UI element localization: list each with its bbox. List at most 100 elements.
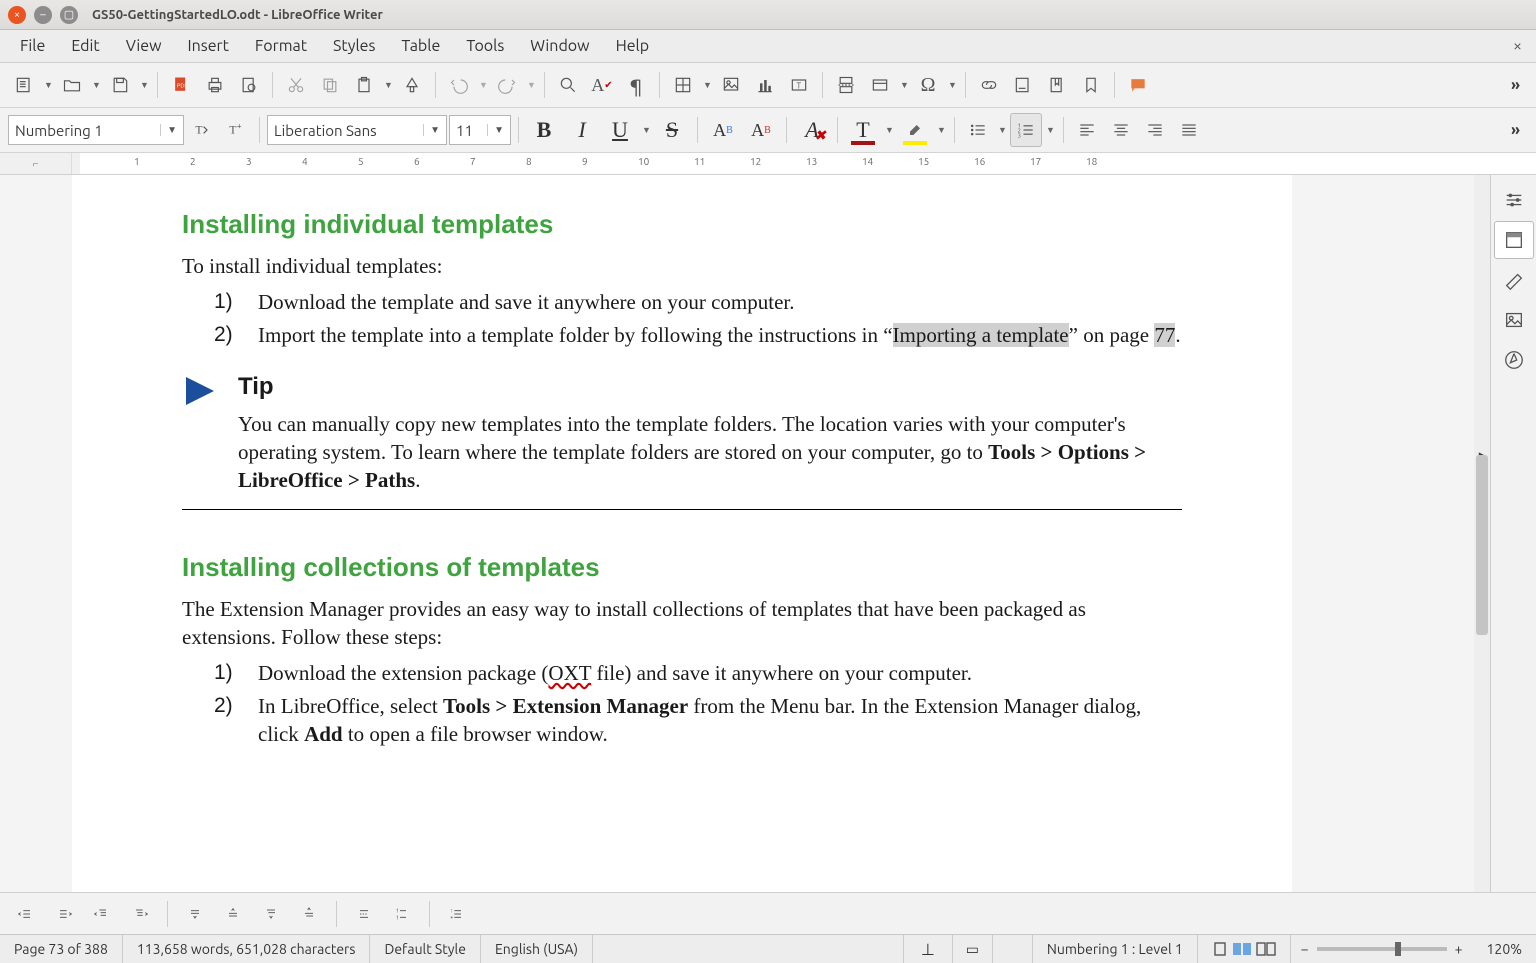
italic-button[interactable]: I [564,113,600,147]
formatting-overflow-button[interactable]: » [1503,117,1528,143]
status-page[interactable]: Page 73 of 388 [0,935,123,963]
multi-page-icon[interactable] [1232,942,1252,956]
subscript-button[interactable]: AB [743,113,779,147]
insert-hyperlink-button[interactable] [973,68,1005,102]
superscript-button[interactable]: AB [705,113,741,147]
spellcheck-button[interactable]: A✔ [586,68,618,102]
page-reference[interactable]: 77 [1154,323,1175,347]
promote-one-level-button[interactable] [48,897,80,931]
print-button[interactable] [199,68,231,102]
status-insert-mode[interactable]: ⊥ [903,935,953,963]
insert-textbox-button[interactable]: T [783,68,815,102]
font-size-combo[interactable]: 11 ▼ [449,115,511,145]
insert-field-button[interactable] [864,68,896,102]
menu-insert[interactable]: Insert [176,31,241,61]
status-language[interactable]: English (USA) [481,935,593,963]
paste-dropdown[interactable]: ▼ [382,80,394,90]
clone-formatting-button[interactable] [396,68,428,102]
menu-help[interactable]: Help [604,31,662,61]
ruler-scale[interactable]: 1 2 3 4 5 6 7 8 9 10 11 12 13 14 15 16 1… [80,153,1536,174]
undo-button[interactable] [443,68,475,102]
zoom-slider[interactable] [1317,947,1447,951]
bullets-numbering-dialog-button[interactable]: 1 [441,897,473,931]
menu-format[interactable]: Format [243,31,319,61]
single-page-icon[interactable] [1212,942,1228,956]
bold-button[interactable]: B [526,113,562,147]
zoom-in-button[interactable]: + [1455,941,1463,957]
font-color-button[interactable]: T [845,113,881,147]
move-up-with-sub-button[interactable] [293,897,325,931]
zoom-out-button[interactable]: − [1301,941,1309,957]
status-outline-level[interactable]: Numbering 1 : Level 1 [1033,935,1198,963]
sidebar-gallery-icon[interactable] [1494,301,1534,339]
insert-symbol-button[interactable]: Ω [912,68,944,102]
copy-button[interactable] [314,68,346,102]
status-word-count[interactable]: 113,658 words, 651,028 characters [123,935,371,963]
cross-reference-link[interactable]: Importing a template [893,323,1069,347]
font-name-dropdown[interactable]: ▼ [423,124,440,136]
book-view-icon[interactable] [1256,942,1276,956]
highlight-color-dropdown[interactable]: ▼ [935,125,947,135]
menu-table[interactable]: Table [389,31,452,61]
align-right-button[interactable] [1139,113,1171,147]
menu-tools[interactable]: Tools [454,31,516,61]
status-view-layout[interactable] [1198,935,1291,963]
insert-table-dropdown[interactable]: ▼ [701,80,713,90]
highlight-color-button[interactable] [897,113,933,147]
insert-chart-button[interactable] [749,68,781,102]
restart-numbering-button[interactable]: 11 [386,897,418,931]
new-doc-dropdown[interactable]: ▼ [42,80,54,90]
vertical-scrollbar[interactable]: ▸ [1474,175,1490,892]
menu-file[interactable]: File [8,31,57,61]
open-dropdown[interactable]: ▼ [90,80,102,90]
undo-dropdown[interactable]: ▼ [477,80,489,90]
menu-window[interactable]: Window [518,31,601,61]
redo-button[interactable] [491,68,523,102]
document-area[interactable]: Installing individual templates To insta… [0,175,1474,892]
font-size-dropdown[interactable]: ▼ [487,124,504,136]
formatting-marks-button[interactable]: ¶ [620,68,652,102]
menu-view[interactable]: View [114,31,174,61]
move-down-button[interactable] [179,897,211,931]
move-up-button[interactable] [217,897,249,931]
new-doc-button[interactable] [8,68,40,102]
open-button[interactable] [56,68,88,102]
strikethrough-button[interactable]: S [654,113,690,147]
sidebar-properties-icon[interactable] [1494,221,1534,259]
insert-table-button[interactable] [667,68,699,102]
menu-edit[interactable]: Edit [59,31,111,61]
sidebar-navigator-icon[interactable] [1494,341,1534,379]
insert-unnumbered-button[interactable] [348,897,380,931]
bullet-list-dropdown[interactable]: ▼ [996,125,1008,135]
numbered-list-dropdown[interactable]: ▼ [1044,125,1056,135]
insert-page-break-button[interactable] [830,68,862,102]
find-replace-button[interactable] [552,68,584,102]
window-minimize-button[interactable]: – [34,6,52,24]
insert-bookmark-button[interactable] [1041,68,1073,102]
close-document-button[interactable]: × [1513,37,1522,55]
demote-with-sub-button[interactable] [86,897,118,931]
new-style-button[interactable]: T+ [220,113,252,147]
export-pdf-button[interactable]: PDF [165,68,197,102]
insert-cross-ref-button[interactable] [1075,68,1107,102]
save-dropdown[interactable]: ▼ [138,80,150,90]
align-left-button[interactable] [1071,113,1103,147]
paragraph-style-dropdown[interactable]: ▼ [160,124,177,136]
zoom-percent[interactable]: 120% [1473,935,1536,963]
zoom-slider-knob[interactable] [1395,942,1401,956]
move-down-with-sub-button[interactable] [255,897,287,931]
bullet-list-button[interactable] [962,113,994,147]
document-page[interactable]: Installing individual templates To insta… [72,175,1292,892]
zoom-control[interactable]: − + [1291,941,1473,957]
clear-formatting-button[interactable]: A✖ [794,113,830,147]
status-signature[interactable] [993,935,1033,963]
paragraph-style-combo[interactable]: Numbering 1 ▼ [8,115,184,145]
sidebar-settings-icon[interactable] [1494,181,1534,219]
window-maximize-button[interactable]: ▢ [60,6,78,24]
horizontal-ruler[interactable]: ⌐ 1 2 3 4 5 6 7 8 9 10 11 12 13 14 15 16… [0,153,1536,175]
scrollbar-thumb[interactable] [1476,455,1488,635]
align-center-button[interactable] [1105,113,1137,147]
sidebar-styles-icon[interactable] [1494,261,1534,299]
underline-dropdown[interactable]: ▼ [640,125,652,135]
promote-with-sub-button[interactable] [124,897,156,931]
